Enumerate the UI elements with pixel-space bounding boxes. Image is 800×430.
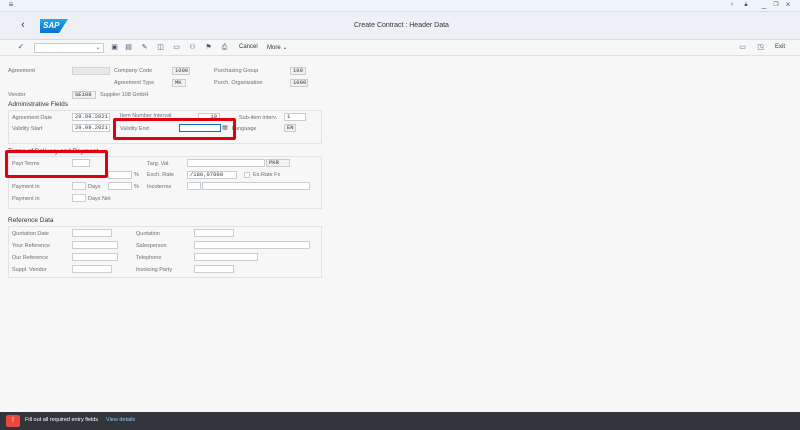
percent-label: % — [134, 172, 139, 178]
days-label: Days — [88, 184, 101, 190]
chevron-down-icon: ⌄ — [280, 45, 288, 51]
percent-label-2: % — [134, 184, 139, 190]
payment-in-percent-field[interactable] — [108, 182, 132, 190]
screen-icon[interactable]: ▭ — [172, 43, 181, 53]
system-bar: ≡ ‹ 🔒︎ _ ❐ × — [0, 0, 800, 12]
close-icon[interactable]: × — [784, 0, 792, 10]
days-net-label: Days Net — [88, 196, 111, 202]
payment-percent-field[interactable] — [108, 171, 132, 179]
targ-val-label: Targ. Val. — [147, 161, 170, 167]
chevron-down-icon[interactable]: ⌄ — [94, 43, 102, 53]
agreement-date-label: Agreement Date — [12, 115, 53, 121]
application-toolbar: ✓ ⌄ ▣ ▤ ✎ ◫ ▭ ⚇ ⚑ ⎙ Cancel More ⌄ ▭ ◳ Ex… — [0, 40, 800, 56]
company-code-field[interactable]: 1000 — [172, 67, 190, 75]
title-bar: ‹ SAP Create Contract : Header Data — [0, 12, 800, 40]
people-icon[interactable]: ⚇ — [188, 43, 197, 53]
validity-start-label: Validity Start — [12, 126, 43, 132]
window-icon[interactable]: ▭ — [738, 43, 747, 53]
payment-in-days-net-field[interactable] — [72, 194, 86, 202]
edit-icon[interactable]: ✎ — [140, 43, 149, 53]
sap-logo: SAP — [40, 19, 68, 33]
save-icon[interactable]: ▣ — [110, 43, 119, 53]
exrate-fixed-checkbox[interactable] — [244, 172, 250, 178]
purchasing-group-field[interactable]: 100 — [290, 67, 306, 75]
suppl-vendor-label: Suppl. Vendor — [12, 267, 47, 273]
quotation-date-field[interactable] — [72, 229, 112, 237]
purch-org-field[interactable]: 1000 — [290, 79, 308, 87]
exrate-fixed-label: Ex.Rate Fx — [253, 172, 281, 178]
language-field[interactable]: EN — [284, 124, 296, 132]
purchasing-group-label: Purchasing Group — [214, 68, 259, 74]
error-icon[interactable]: ! — [6, 415, 20, 427]
invoicing-party-label: Invoicing Party — [136, 267, 173, 273]
document-icon[interactable]: ▤ — [124, 43, 133, 53]
highlight-validity-end — [113, 118, 236, 140]
lock-icon[interactable]: 🔒︎ — [742, 0, 750, 10]
vendor-field[interactable]: SE108 — [72, 91, 96, 99]
check-icon[interactable]: ✓ — [16, 42, 26, 52]
status-bar: ! Fill out all required entry fields Vie… — [0, 412, 800, 430]
payment-in-days-field[interactable] — [72, 182, 86, 190]
salesperson-field[interactable] — [194, 241, 310, 249]
exch-rate-label: Exch. Rate — [147, 172, 174, 178]
invoicing-party-field[interactable] — [194, 265, 234, 273]
more-button[interactable]: More ⌄ — [267, 44, 287, 51]
quotation-date-label: Quotation Date — [12, 231, 49, 237]
back-arrow-icon[interactable]: ‹ — [18, 20, 28, 31]
flag-icon[interactable]: ⚑ — [204, 43, 213, 53]
agreement-type-field[interactable]: MK — [172, 79, 186, 87]
your-reference-label: Your Reference — [12, 243, 51, 249]
cancel-button[interactable]: Cancel — [239, 44, 258, 50]
quotation-field[interactable] — [194, 229, 234, 237]
our-reference-label: Our Reference — [12, 255, 49, 261]
page-title: Create Contract : Header Data — [354, 22, 449, 29]
agreement-label: Agreement — [8, 68, 35, 74]
purch-org-label: Purch. Organization — [214, 80, 263, 86]
fullscreen-icon[interactable]: ◳ — [756, 43, 765, 53]
our-reference-field[interactable] — [72, 253, 118, 261]
your-reference-field[interactable] — [72, 241, 118, 249]
agreement-date-field[interactable]: 29.09.2021 — [72, 113, 110, 121]
status-message: Fill out all required entry fields — [25, 417, 99, 423]
hamburger-icon[interactable]: ≡ — [6, 0, 16, 10]
vendor-label: Vendor — [8, 92, 26, 98]
display-icon[interactable]: ◫ — [156, 43, 165, 53]
restore-icon[interactable]: ❐ — [772, 0, 780, 10]
back-icon[interactable]: ‹ — [728, 0, 736, 10]
exit-button[interactable]: Exit — [775, 44, 785, 50]
validity-start-field[interactable]: 29.09.2021 — [72, 124, 110, 132]
view-details-link[interactable]: View details — [106, 417, 135, 423]
payment-in-label: Payment in — [12, 184, 40, 190]
quotation-label: Quotation — [136, 231, 160, 237]
exch-rate-field[interactable]: /180,07600 — [187, 171, 237, 179]
print-icon[interactable]: ⎙ — [220, 43, 229, 53]
subitem-interval-label: Sub-item interv. — [239, 115, 278, 121]
telephone-field[interactable] — [194, 253, 258, 261]
incoterms-location-field[interactable] — [202, 182, 310, 190]
vendor-name: Supplier 108 GmbH — [100, 92, 149, 98]
suppl-vendor-field[interactable] — [72, 265, 112, 273]
salesperson-label: Salesperson — [136, 243, 167, 249]
minimize-icon[interactable]: _ — [760, 0, 768, 10]
subitem-interval-field[interactable]: 1 — [284, 113, 306, 121]
payment-in-label-2: Payment in — [12, 196, 40, 202]
currency-field[interactable]: PKR — [266, 159, 290, 167]
telephone-label: Telephone — [136, 255, 162, 261]
highlight-payt-terms — [5, 150, 108, 178]
incoterms-label: Incoterms — [147, 184, 172, 190]
reference-section-title: Reference Data — [8, 217, 54, 224]
agreement-type-label: Agreement Type — [114, 80, 155, 86]
targ-val-field[interactable] — [187, 159, 265, 167]
more-label: More — [267, 45, 281, 51]
company-code-label: Company Code — [114, 68, 153, 74]
admin-section-title: Administrative Fields — [8, 101, 68, 108]
agreement-field[interactable] — [72, 67, 110, 75]
incoterms-field[interactable] — [187, 182, 201, 190]
